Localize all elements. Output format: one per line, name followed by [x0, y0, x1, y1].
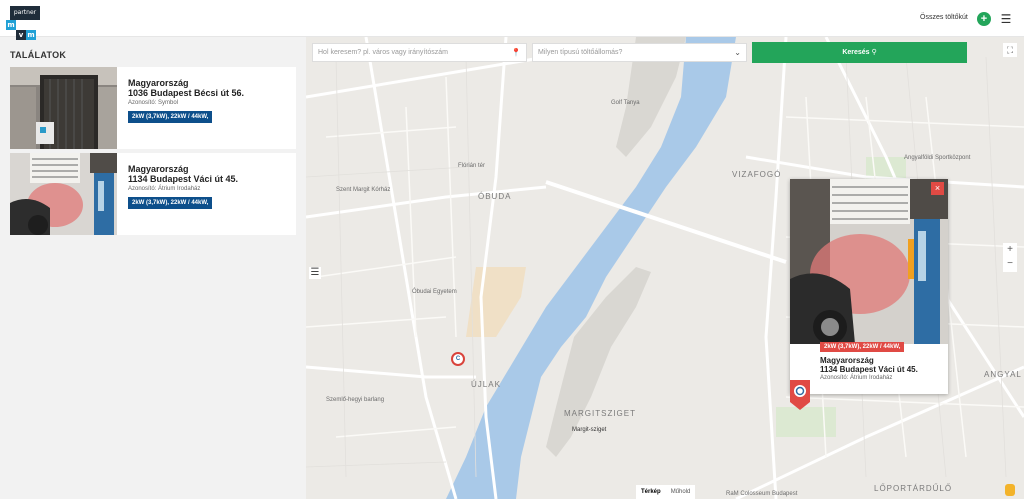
map-label-golf: Golf Tanya [611, 100, 640, 106]
search-icon: ⚲ [871, 49, 877, 56]
result-country: Magyarország [128, 78, 189, 88]
map-label-angyalfoldi: Angyalföldi Sportközpont [904, 155, 971, 161]
plus-icon[interactable]: + [977, 12, 991, 26]
mvm-partner-logo[interactable]: partner m v m [6, 6, 42, 40]
station-photo [790, 179, 948, 344]
search-button-label: Keresés [842, 49, 870, 56]
result-photo [10, 153, 117, 235]
map-label-obuda: ÓBUDA [478, 192, 512, 201]
street-view-pegman-icon[interactable] [1005, 484, 1015, 496]
map-label-loportardombo: LŐPORTÁRDŰLŐ [874, 484, 953, 493]
popup-address: 1134 Budapest Váci út 45. [820, 365, 918, 374]
station-type-select[interactable]: Milyen típusú töltőállomás? ⌄ [532, 43, 747, 62]
station-info-popup: × 2kW (3,7kW), 22kW / 44kW, Magyarország… [790, 179, 948, 394]
location-search-placeholder: Hol keresem? pl. város vagy irányítószám [318, 49, 448, 56]
results-title: TALÁLATOK [10, 50, 67, 60]
map-label-ujlak: ÚJLAK [471, 380, 501, 389]
result-card[interactable]: Magyarország 1036 Budapest Bécsi út 56. … [10, 67, 296, 149]
result-address: 1036 Budapest Bécsi út 56. [128, 88, 245, 98]
map-label-angyal: ANGYAL [984, 370, 1022, 379]
map-label-margit-sziget: Margit-sziget [572, 427, 607, 433]
popup-id: Azonosító: Átrium Irodaház [820, 375, 893, 381]
map-label-florian: Flórián tér [458, 163, 486, 169]
zoom-in-button[interactable]: + [1003, 243, 1017, 257]
hamburger-icon[interactable]: ☰ [1000, 13, 1012, 25]
result-country: Magyarország [128, 164, 189, 174]
map-menu-icon[interactable]: ☰ [309, 267, 321, 279]
charger-marker-icon[interactable]: C [451, 352, 465, 366]
zoom-out-button[interactable]: − [1003, 257, 1017, 271]
zoom-control: + − [1003, 243, 1017, 272]
logo-letter-m2: m [26, 30, 36, 40]
result-card[interactable]: Magyarország 1134 Budapest Váci út 45. A… [10, 153, 296, 235]
map-type-satellite-button[interactable]: Műhold [666, 485, 696, 499]
result-address: 1134 Budapest Váci út 45. [128, 174, 239, 184]
popup-country: Magyarország [820, 356, 874, 365]
close-icon[interactable]: × [931, 182, 944, 195]
fullscreen-icon[interactable]: ⛶ [1003, 43, 1017, 57]
map-label-colosseum: RaM Colosseum Budapest [726, 491, 798, 497]
map-label-szemlohegyi: Szemlő-hegyi barlang [326, 397, 385, 403]
map-pin-icon: 📍 [511, 48, 521, 57]
all-chargers-link[interactable]: Összes töltőkút [920, 14, 968, 21]
popup-power-badge: 2kW (3,7kW), 22kW / 44kW, [820, 342, 905, 352]
logo-partner-text: partner [10, 6, 40, 20]
selected-charger-marker-icon[interactable] [790, 380, 810, 410]
map-type-map-button[interactable]: Térkép [636, 485, 666, 499]
map-label-margitsziget: MARGITSZIGET [564, 409, 636, 418]
logo-letter-m: m [6, 20, 16, 30]
map-canvas[interactable]: Golf Tanya Flórián tér Szent Margit Kórh… [306, 37, 1024, 499]
results-sidebar: TALÁLATOK Magyarország 1036 Budapest Béc… [0, 37, 306, 499]
result-id: Azonosító: Symbol [128, 100, 179, 106]
location-search-input[interactable]: Hol keresem? pl. város vagy irányítószám… [312, 43, 527, 62]
map-label-vizafogo: VIZAFOGÓ [732, 170, 782, 179]
map-type-toggle: Térkép Műhold [636, 485, 696, 499]
result-power-badge: 2kW (3,7kW), 22kW / 44kW, [128, 197, 213, 209]
logo-letter-v: v [16, 30, 26, 40]
top-header: partner m v m Összes töltőkút + ☰ [0, 0, 1024, 40]
station-type-placeholder: Milyen típusú töltőállomás? [538, 49, 623, 56]
result-photo [10, 67, 117, 149]
map-label-szent-margit: Szent Margit Kórház [336, 187, 391, 193]
chevron-down-icon: ⌄ [734, 48, 741, 57]
result-power-badge: 2kW (3,7kW), 22kW / 44kW, [128, 111, 213, 123]
result-id: Azonosító: Átrium Irodaház [128, 186, 201, 192]
map-label-obudai-egyetem: Óbudai Egyetem [412, 289, 457, 295]
search-button[interactable]: Keresés ⚲ [752, 42, 967, 63]
